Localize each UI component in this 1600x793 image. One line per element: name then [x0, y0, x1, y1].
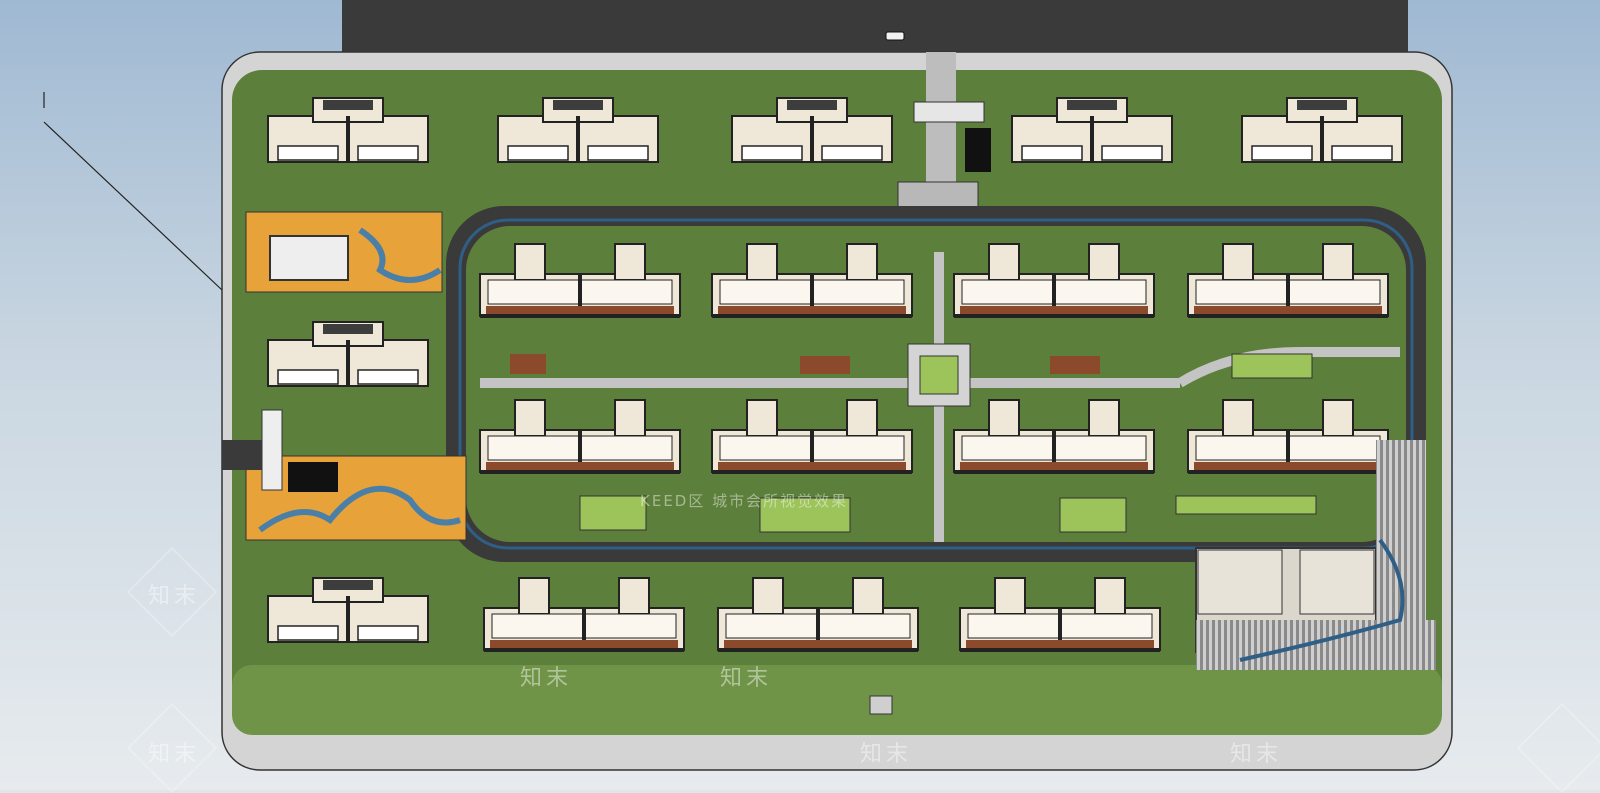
guard-house [965, 128, 991, 172]
road-car [885, 31, 905, 41]
clubhouse-pad [269, 235, 349, 281]
entrance-gate [913, 101, 985, 123]
garden-4 [1231, 353, 1313, 379]
garden-3 [1059, 497, 1127, 533]
small-pavilion-1 [510, 354, 546, 374]
pavilion [288, 462, 338, 492]
east-west-walk [480, 378, 1180, 388]
small-pavilion-2 [800, 356, 850, 374]
site-master-plan [0, 0, 1600, 790]
west-gate [261, 409, 283, 491]
south-ramp [1196, 620, 1436, 670]
municipal-road [342, 0, 1408, 52]
commercial-unit-1 [1197, 549, 1283, 615]
central-plaza-lawn [919, 355, 959, 395]
small-pavilion-3 [1050, 356, 1100, 374]
garden-1 [579, 495, 647, 531]
garden-2 [759, 497, 851, 533]
south-lawn [232, 665, 1442, 735]
garden-5 [1175, 495, 1317, 515]
south-stair-pad [869, 695, 893, 715]
west-road [222, 440, 262, 470]
commercial-unit-2 [1299, 549, 1375, 615]
